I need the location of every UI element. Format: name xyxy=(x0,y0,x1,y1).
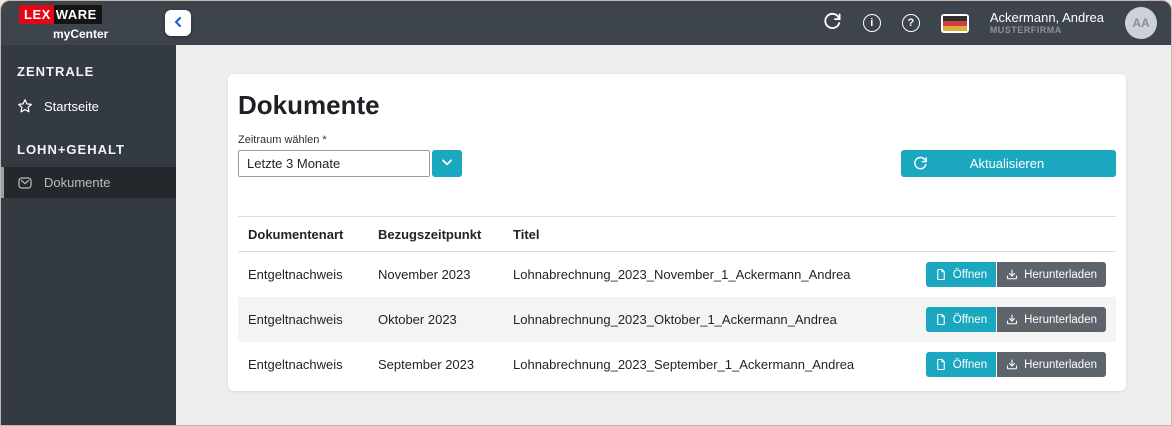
column-header-dokumentenart: Dokumentenart xyxy=(248,227,378,242)
info-icon: i xyxy=(863,14,881,32)
cell-dokumentenart: Entgeltnachweis xyxy=(248,312,378,327)
sidebar-section-zentrale: ZENTRALE xyxy=(1,45,176,89)
avatar[interactable]: AA xyxy=(1125,7,1157,39)
refresh-button[interactable] xyxy=(823,12,842,34)
cell-titel: Lohnabrechnung_2023_September_1_Ackerman… xyxy=(513,357,926,372)
cell-dokumentenart: Entgeltnachweis xyxy=(248,357,378,372)
cell-titel: Lohnabrechnung_2023_November_1_Ackermann… xyxy=(513,267,926,282)
sidebar: ZENTRALE Startseite LOHN+GEHALT Dokument… xyxy=(1,45,176,425)
download-button-label: Herunterladen xyxy=(1024,269,1097,281)
period-select-dropdown-button[interactable] xyxy=(432,150,462,177)
sidebar-section-lohn-gehalt: LOHN+GEHALT xyxy=(1,123,176,167)
logo-lex-segment: Lex xyxy=(19,5,54,24)
download-button[interactable]: Herunterladen xyxy=(997,352,1106,377)
download-icon xyxy=(1006,313,1018,326)
cell-bezugszeitpunkt: September 2023 xyxy=(378,357,513,372)
cell-titel: Lohnabrechnung_2023_Oktober_1_Ackermann_… xyxy=(513,312,926,327)
user-name: Ackermann, Andrea xyxy=(990,10,1104,26)
table-header-row: Dokumentenart Bezugszeitpunkt Titel xyxy=(238,216,1116,252)
download-button-label: Herunterladen xyxy=(1024,359,1097,371)
app-window: Lexware myCenter i ? xyxy=(0,0,1172,426)
download-button[interactable]: Herunterladen xyxy=(997,262,1106,287)
cell-bezugszeitpunkt: Oktober 2023 xyxy=(378,312,513,327)
lexware-wordmark: Lexware xyxy=(19,5,102,24)
german-flag-language-icon[interactable] xyxy=(941,14,969,33)
documents-card: Dokumente Zeitraum wählen * xyxy=(228,74,1126,391)
documents-table: Dokumentenart Bezugszeitpunkt Titel Entg… xyxy=(238,216,1116,387)
filter-row: Zeitraum wählen * Aktualisie xyxy=(238,134,1116,177)
user-info: Ackermann, Andrea MUSTERFIRMA xyxy=(990,10,1104,36)
table-row: Entgeltnachweis November 2023 Lohnabrech… xyxy=(238,252,1116,297)
page-title: Dokumente xyxy=(238,90,1116,121)
cell-dokumentenart: Entgeltnachweis xyxy=(248,267,378,282)
open-button-label: Öffnen xyxy=(953,359,987,371)
download-icon xyxy=(1006,268,1018,281)
back-button[interactable] xyxy=(165,10,191,36)
chevron-down-icon xyxy=(439,154,455,173)
period-field: Zeitraum wählen * xyxy=(238,134,462,177)
sidebar-item-dokumente[interactable]: Dokumente xyxy=(1,167,176,198)
logo-ware-segment: ware xyxy=(54,5,102,24)
open-button-label: Öffnen xyxy=(953,314,987,326)
column-header-bezugszeitpunkt: Bezugszeitpunkt xyxy=(378,227,513,242)
header-actions: i ? Ackermann, Andrea MUSTERFIRMA AA xyxy=(823,7,1171,39)
document-icon xyxy=(935,313,947,326)
refresh-icon xyxy=(913,156,928,171)
row-actions: Öffnen Herunterladen xyxy=(926,262,1106,287)
table-row: Entgeltnachweis September 2023 Lohnabrec… xyxy=(238,342,1116,387)
info-button[interactable]: i xyxy=(863,14,881,32)
lexware-logo: Lexware myCenter xyxy=(1,5,176,41)
help-icon: ? xyxy=(902,14,920,32)
user-company: MUSTERFIRMA xyxy=(990,25,1104,36)
open-button-label: Öffnen xyxy=(953,269,987,281)
open-button[interactable]: Öffnen xyxy=(926,262,996,287)
logo-product-name: myCenter xyxy=(53,27,108,41)
star-icon xyxy=(17,98,33,114)
document-icon xyxy=(935,358,947,371)
column-header-titel: Titel xyxy=(513,227,1106,242)
top-header-bar: Lexware myCenter i ? xyxy=(1,1,1171,45)
chevron-left-icon xyxy=(170,14,186,33)
period-select-input[interactable] xyxy=(238,150,430,177)
sidebar-item-label: Dokumente xyxy=(44,175,110,190)
mail-icon xyxy=(17,175,33,191)
sidebar-item-startseite[interactable]: Startseite xyxy=(1,89,176,123)
open-button[interactable]: Öffnen xyxy=(926,307,996,332)
download-button[interactable]: Herunterladen xyxy=(997,307,1106,332)
row-actions: Öffnen Herunterladen xyxy=(926,352,1106,377)
document-icon xyxy=(935,268,947,281)
update-button-label: Aktualisieren xyxy=(928,156,1086,171)
table-row: Entgeltnachweis Oktober 2023 Lohnabrechn… xyxy=(238,297,1116,342)
download-button-label: Herunterladen xyxy=(1024,314,1097,326)
help-button[interactable]: ? xyxy=(902,14,920,32)
refresh-icon xyxy=(823,12,842,34)
update-button[interactable]: Aktualisieren xyxy=(901,150,1116,177)
period-field-label: Zeitraum wählen * xyxy=(238,134,462,146)
main-area: Dokumente Zeitraum wählen * xyxy=(176,45,1171,425)
download-icon xyxy=(1006,358,1018,371)
open-button[interactable]: Öffnen xyxy=(926,352,996,377)
cell-bezugszeitpunkt: November 2023 xyxy=(378,267,513,282)
period-select xyxy=(238,150,462,177)
sidebar-item-label: Startseite xyxy=(44,99,99,114)
row-actions: Öffnen Herunterladen xyxy=(926,307,1106,332)
